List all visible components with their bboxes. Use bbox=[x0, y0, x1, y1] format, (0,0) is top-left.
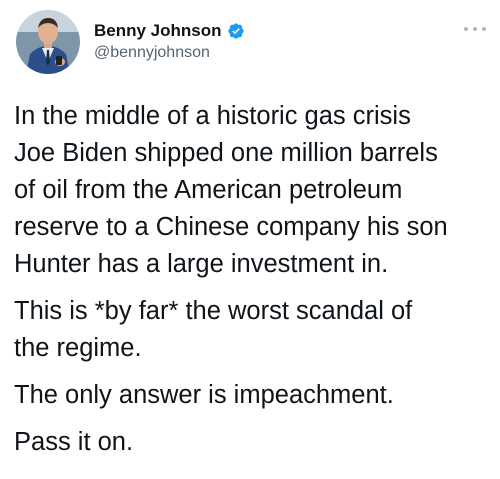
tweet-paragraph-4: Pass it on. bbox=[14, 428, 134, 456]
tweet-paragraph-3: The only answer is impeachment. bbox=[14, 381, 394, 409]
avatar-image bbox=[16, 10, 80, 74]
tweet-paragraph-1: In the middle of a historic gas crisis J… bbox=[14, 102, 448, 278]
tweet-header: Benny Johnson @bennyjohnson bbox=[12, 8, 488, 78]
tweet-paragraph-2: This is *by far* the worst scandal of th… bbox=[14, 297, 413, 362]
avatar[interactable] bbox=[16, 10, 80, 74]
dot bbox=[473, 27, 477, 31]
dot bbox=[464, 27, 468, 31]
more-horizontal-icon[interactable] bbox=[464, 24, 486, 34]
display-name[interactable]: Benny Johnson bbox=[94, 21, 222, 41]
verified-badge-icon bbox=[227, 22, 245, 40]
author-handle[interactable]: @bennyjohnson bbox=[94, 44, 245, 62]
display-name-row: Benny Johnson bbox=[94, 20, 245, 42]
tweet-text: In the middle of a historic gas crisis J… bbox=[14, 98, 492, 471]
dot bbox=[482, 27, 486, 31]
author-names: Benny Johnson @bennyjohnson bbox=[94, 20, 245, 62]
tweet-card: Benny Johnson @bennyjohnson In the middl… bbox=[0, 0, 500, 479]
